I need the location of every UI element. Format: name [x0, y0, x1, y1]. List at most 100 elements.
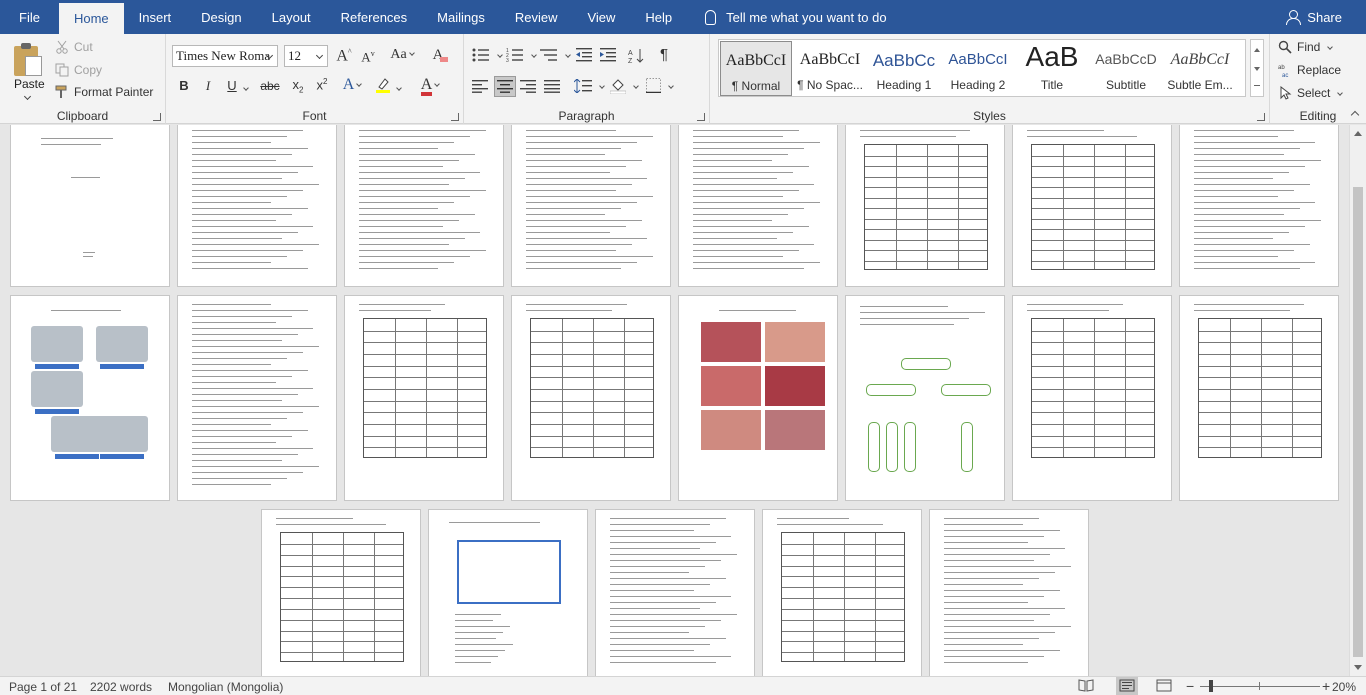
tab-insert[interactable]: Insert: [124, 0, 187, 34]
italic-button[interactable]: I: [198, 78, 218, 94]
document-canvas[interactable]: [0, 125, 1349, 676]
copy-button[interactable]: Copy: [55, 63, 102, 77]
page-thumbnail[interactable]: [177, 295, 337, 501]
style-subtle-emphasis[interactable]: AaBbCcI Subtle Em...: [1164, 41, 1236, 96]
select-button[interactable]: Select: [1278, 86, 1344, 100]
page-thumbnail[interactable]: [845, 125, 1005, 287]
style-normal[interactable]: AaBbCcI ¶ Normal: [720, 41, 792, 96]
grow-font-button[interactable]: A^: [334, 47, 354, 65]
sort-button[interactable]: AZ: [628, 48, 644, 64]
multilevel-list-button[interactable]: [540, 48, 571, 62]
font-color-button[interactable]: A: [416, 76, 444, 96]
page-thumbnail[interactable]: [1012, 125, 1172, 287]
bold-button[interactable]: B: [174, 78, 194, 93]
gallery-down-icon[interactable]: [1254, 67, 1260, 71]
line-spacing-button[interactable]: [574, 79, 605, 93]
page-thumbnail[interactable]: [678, 125, 838, 287]
scroll-down-icon[interactable]: [1354, 665, 1362, 670]
highlight-button[interactable]: [374, 77, 402, 97]
scrollbar-thumb[interactable]: [1353, 187, 1363, 657]
page-thumbnail[interactable]: [511, 295, 671, 501]
subscript-button[interactable]: x2: [288, 77, 308, 95]
print-layout-icon[interactable]: [1116, 677, 1138, 695]
style-no-spacing[interactable]: AaBbCcI ¶ No Spac...: [794, 41, 866, 96]
font-launcher-icon[interactable]: [451, 113, 459, 121]
page-thumbnail[interactable]: [1012, 295, 1172, 501]
paragraph-launcher-icon[interactable]: [697, 113, 705, 121]
underline-dropdown[interactable]: [240, 81, 249, 97]
page-thumbnail[interactable]: [929, 509, 1089, 676]
page-thumbnail[interactable]: [511, 125, 671, 287]
page-thumbnail[interactable]: [261, 509, 421, 676]
clipboard-launcher-icon[interactable]: [153, 113, 161, 121]
increase-indent-button[interactable]: [600, 48, 616, 62]
tab-home[interactable]: Home: [58, 3, 124, 34]
page-thumbnail[interactable]: [344, 295, 504, 501]
align-center-button[interactable]: [494, 76, 516, 97]
page-thumbnail[interactable]: [845, 295, 1005, 501]
change-case-button[interactable]: Aa: [388, 47, 416, 63]
justify-button[interactable]: [544, 80, 560, 93]
zoom-in-button[interactable]: +: [1322, 678, 1330, 694]
page-thumbnail[interactable]: [1179, 125, 1339, 287]
style-subtitle[interactable]: AaBbCcD Subtitle: [1090, 41, 1162, 96]
align-left-button[interactable]: [472, 80, 488, 93]
borders-button[interactable]: [646, 78, 674, 93]
page-thumbnail[interactable]: [428, 509, 588, 676]
style-heading-2[interactable]: AaBbCcI Heading 2: [942, 41, 1014, 96]
tab-file[interactable]: File: [0, 0, 59, 34]
text-effects-button[interactable]: A: [338, 76, 366, 94]
share-button[interactable]: Share: [1286, 0, 1366, 34]
show-formatting-button[interactable]: ¶: [660, 46, 668, 63]
superscript-button[interactable]: x2: [312, 77, 332, 92]
style-title[interactable]: AaB Title: [1016, 41, 1088, 96]
font-name-combo[interactable]: Times New Roma: [172, 45, 278, 67]
page-thumbnail[interactable]: [344, 125, 504, 287]
font-size-combo[interactable]: 12: [284, 45, 328, 67]
page-thumbnail[interactable]: [10, 125, 170, 287]
page-thumbnail[interactable]: [678, 295, 838, 501]
decrease-indent-button[interactable]: [576, 48, 592, 62]
style-heading-1[interactable]: AaBbCc Heading 1: [868, 41, 940, 96]
zoom-slider-track[interactable]: [1200, 686, 1320, 687]
styles-gallery-scroller[interactable]: [1250, 39, 1264, 97]
zoom-out-button[interactable]: −: [1186, 678, 1194, 694]
zoom-level[interactable]: 20%: [1332, 680, 1356, 694]
numbering-button[interactable]: 123: [506, 48, 537, 62]
gallery-up-icon[interactable]: [1254, 48, 1260, 52]
bullets-button[interactable]: [472, 48, 503, 62]
align-right-button[interactable]: [520, 80, 536, 93]
strikethrough-button[interactable]: abc: [258, 79, 282, 93]
underline-button[interactable]: U: [222, 78, 242, 93]
zoom-slider-thumb[interactable]: [1209, 680, 1213, 692]
page-thumbnail[interactable]: [762, 509, 922, 676]
gallery-more-icon[interactable]: [1254, 85, 1260, 91]
format-painter-button[interactable]: Format Painter: [55, 85, 153, 99]
cut-button[interactable]: Cut: [55, 40, 93, 54]
find-button[interactable]: Find: [1278, 40, 1334, 54]
vertical-scrollbar[interactable]: [1349, 125, 1366, 676]
tab-layout[interactable]: Layout: [257, 0, 326, 34]
page-thumbnail[interactable]: [177, 125, 337, 287]
paste-button[interactable]: Paste: [8, 36, 52, 104]
tab-help[interactable]: Help: [630, 0, 687, 34]
read-mode-icon[interactable]: [1078, 679, 1094, 695]
styles-launcher-icon[interactable]: [1257, 113, 1265, 121]
page-thumbnail[interactable]: [10, 295, 170, 501]
replace-button[interactable]: ab ac Replace: [1278, 63, 1341, 77]
language-indicator[interactable]: Mongolian (Mongolia): [168, 680, 283, 694]
tab-mailings[interactable]: Mailings: [422, 0, 500, 34]
tell-me-search[interactable]: Tell me what you want to do: [687, 0, 887, 34]
tab-design[interactable]: Design: [186, 0, 256, 34]
clear-formatting-button[interactable]: A: [428, 47, 448, 64]
tab-references[interactable]: References: [326, 0, 422, 34]
tab-review[interactable]: Review: [500, 0, 573, 34]
scroll-up-icon[interactable]: [1354, 131, 1362, 136]
shrink-font-button[interactable]: Av: [358, 49, 378, 65]
page-count[interactable]: Page 1 of 21: [9, 680, 77, 694]
page-thumbnail[interactable]: [1179, 295, 1339, 501]
page-thumbnail[interactable]: [595, 509, 755, 676]
word-count[interactable]: 2202 words: [90, 680, 152, 694]
shading-button[interactable]: [610, 78, 639, 94]
web-layout-icon[interactable]: [1156, 679, 1172, 695]
